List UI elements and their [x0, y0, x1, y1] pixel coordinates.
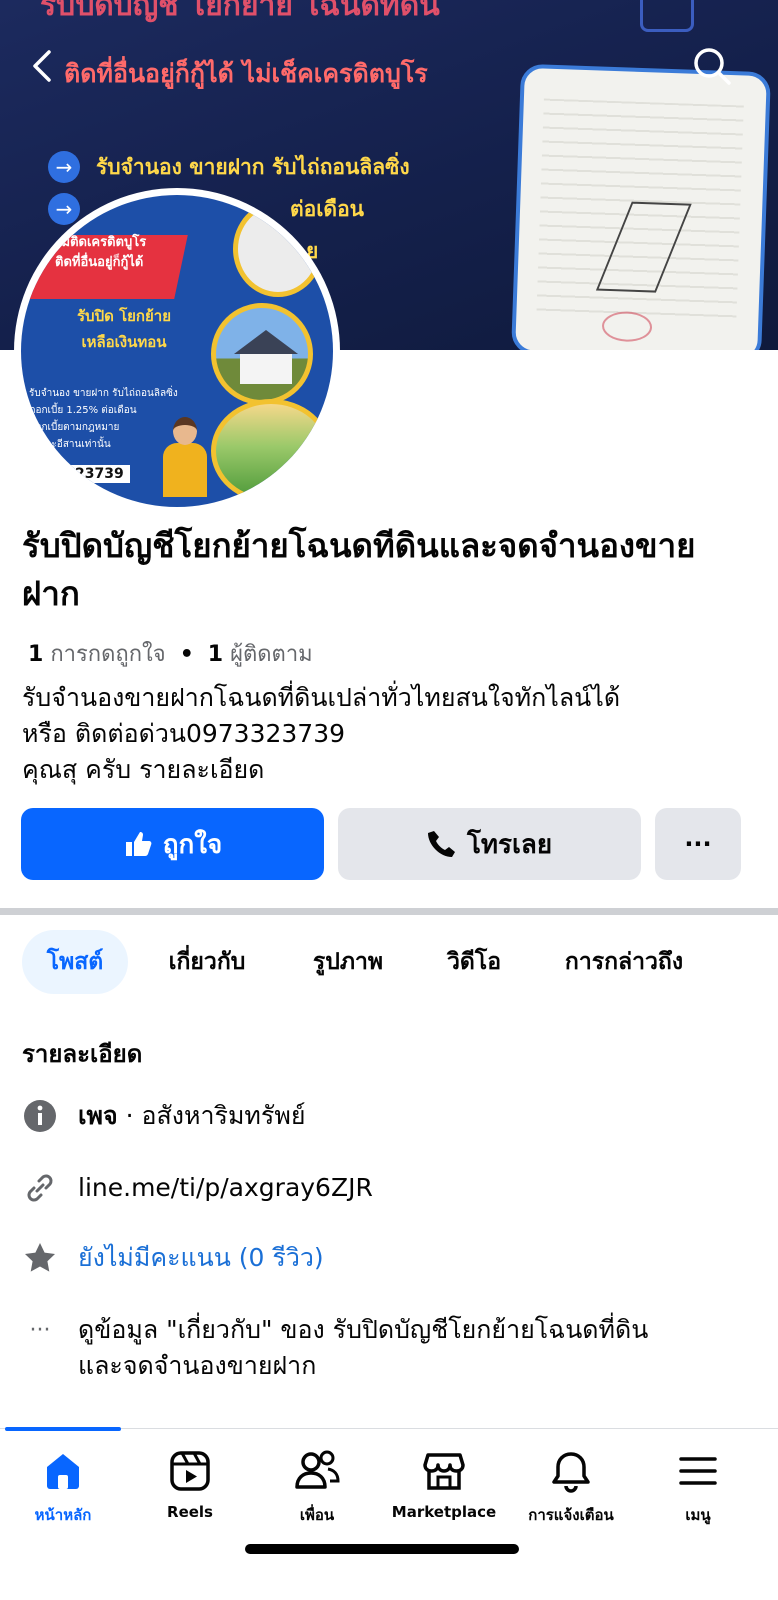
cover-decor-box: [640, 0, 694, 32]
detail-see-about[interactable]: ··· ดูข้อมูล "เกี่ยวกับ" ของ รับปิดบัญชี…: [22, 1312, 649, 1384]
arrow-right-icon: →: [48, 151, 80, 183]
more-horizontal-icon: ···: [29, 1317, 51, 1343]
avatar-red-text: ไม่ติดเครดิตบูโร ติดที่อื่นอยู่ก็กู้ได้: [55, 235, 147, 270]
home-indicator: [245, 1544, 519, 1554]
tab-photos[interactable]: รูปภาพ: [290, 930, 406, 994]
link-icon: [22, 1170, 58, 1206]
bell-icon: [549, 1445, 593, 1497]
arrow-right-icon: →: [48, 193, 80, 225]
call-button[interactable]: โทรเลย: [338, 808, 641, 880]
detail-website-link[interactable]: line.me/ti/p/axgray6ZJR: [22, 1170, 373, 1206]
search-button[interactable]: [688, 42, 736, 90]
avatar-doc-image: [233, 201, 323, 297]
tab-posts[interactable]: โพสต์: [22, 930, 128, 994]
home-icon: [41, 1445, 85, 1497]
like-button[interactable]: ถูกใจ: [21, 808, 324, 880]
section-divider: [0, 908, 778, 915]
tab-videos[interactable]: วิดีโอ: [428, 930, 520, 994]
details-heading: รายละเอียด: [22, 1040, 143, 1068]
avatar-title: รับปิด โยกย้าย เหลือเงินทอน: [77, 307, 171, 351]
nav-reels[interactable]: Reels: [127, 1445, 253, 1521]
avatar-person-image: [163, 417, 207, 497]
tab-mentions[interactable]: การกล่าวถึง: [542, 930, 706, 994]
profile-picture[interactable]: ไม่ติดเครดิตบูโร ติดที่อื่นอยู่ก็กู้ได้ …: [14, 188, 340, 514]
nav-friends[interactable]: เพื่อน: [254, 1445, 380, 1527]
more-options-button[interactable]: ···: [655, 808, 741, 880]
avatar-body-text: รับจำนอง ขายฝาก รับไถ่ถอนลิลซิ่ง ดอกเบี้…: [29, 388, 178, 450]
star-icon: [22, 1240, 58, 1276]
page-title: รับปิดบัญชีโยกย้ายโฉนดทีดินและจดจำนองขาย…: [22, 526, 696, 613]
cover-list-item: → รับจำนอง ขายฝาก รับไถ่ถอนลิลซิ่ง: [48, 150, 410, 184]
nav-home[interactable]: หน้าหลัก: [0, 1445, 126, 1527]
search-icon: [694, 48, 731, 85]
reels-icon: [168, 1445, 212, 1497]
more-icon: ···: [684, 830, 712, 858]
marketplace-icon: [422, 1445, 466, 1497]
tab-about[interactable]: เกี่ยวกับ: [148, 930, 266, 994]
nav-marketplace[interactable]: Marketplace: [381, 1445, 507, 1521]
page-bio: รับจำนองขายฝากโฉนดที่ดินเปล่าทั่วไทยสนใจ…: [22, 683, 621, 784]
detail-rating[interactable]: ยังไม่มีคะแนน (0 รีวิว): [22, 1240, 324, 1276]
hamburger-menu-icon: [678, 1445, 718, 1497]
detail-page-category: เพจ · อสังหาริมทรัพย์: [22, 1098, 305, 1134]
avatar-house-image: [211, 303, 313, 405]
cover-land-deed-image: [511, 63, 771, 350]
active-tab-indicator: [5, 1427, 121, 1431]
avatar-field-image: [211, 399, 331, 503]
nav-notifications[interactable]: การแจ้งเตือน: [508, 1445, 634, 1527]
avatar-phone: 23739: [69, 465, 130, 483]
thumbs-up-icon: [123, 829, 153, 859]
cover-top-text: รับปิดบัญชี โยกย้าย โฉนดที่ดิน: [40, 0, 440, 23]
cover-headline: ติดที่อื่นอยู่ก็กู้ได้ ไม่เช็คเครดิตบูโร: [64, 59, 428, 88]
chevron-left-icon: [33, 50, 51, 82]
friends-icon: [294, 1445, 340, 1497]
nav-menu[interactable]: เมนู: [635, 1445, 761, 1527]
info-icon: [22, 1098, 58, 1134]
bottom-navigation: หน้าหลัก Reels เพื่อน Marketplace การแจ้…: [0, 1427, 778, 1600]
back-button[interactable]: [18, 42, 66, 90]
page-stats: 1 การกดถูกใจ • 1 ผู้ติดตาม: [28, 642, 313, 667]
phone-icon: [427, 829, 457, 859]
